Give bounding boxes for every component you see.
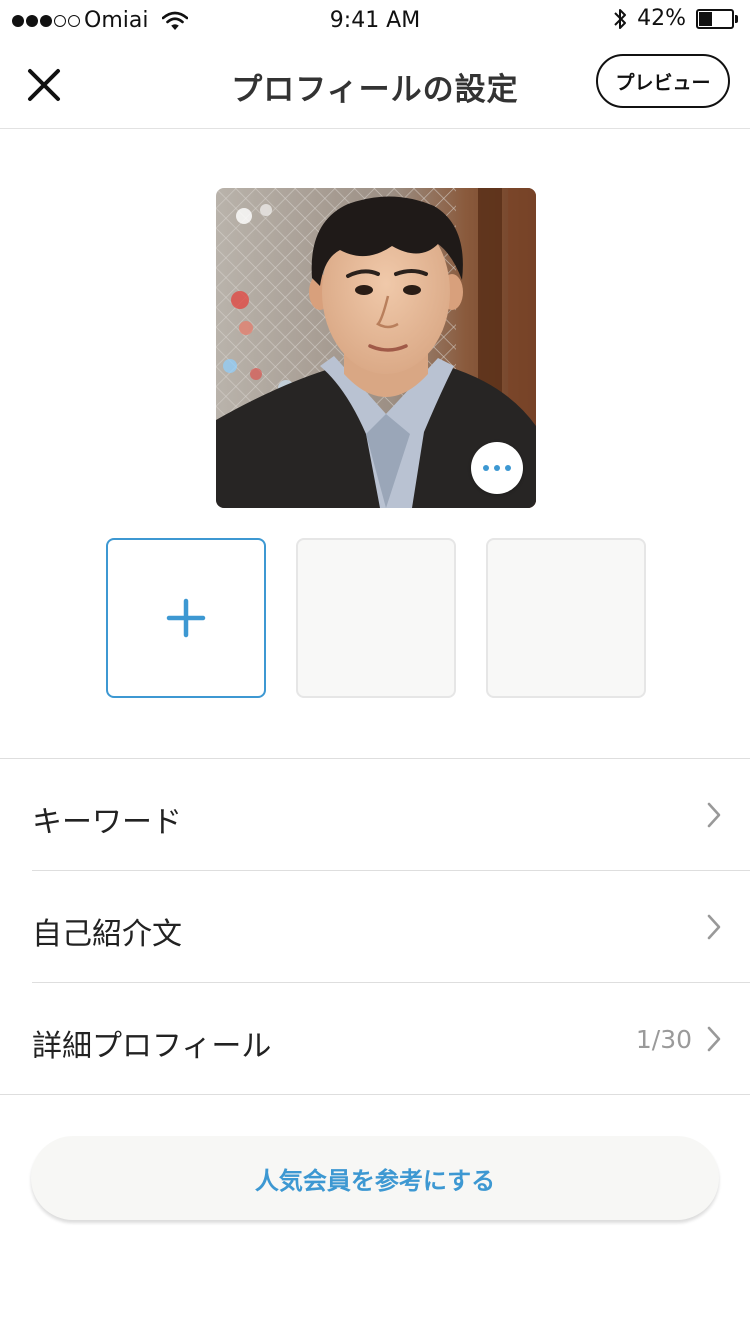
status-bar: Omiai 9:41 AM 42% [0, 0, 750, 40]
photo-options-button[interactable] [471, 442, 523, 494]
chevron-right-icon [707, 1026, 721, 1052]
profile-completion-count: 1/30 [635, 1025, 692, 1054]
menu-item-keyword[interactable]: キーワード [0, 759, 750, 871]
popular-members-reference-button[interactable]: 人気会員を参考にする [31, 1136, 719, 1220]
menu-item-detailed-profile[interactable]: 詳細プロフィール 1/30 [0, 983, 750, 1095]
chevron-right-icon [707, 802, 721, 828]
battery-icon [696, 8, 738, 29]
menu-item-label: 自己紹介文 [32, 917, 182, 952]
preview-button[interactable]: プレビュー [596, 54, 730, 108]
plus-icon [166, 598, 206, 638]
empty-photo-slot[interactable] [296, 538, 456, 698]
battery-percentage: 42% [637, 6, 686, 31]
status-right: 42% [613, 6, 738, 31]
menu-item-self-introduction[interactable]: 自己紹介文 [0, 871, 750, 983]
chevron-right-icon [707, 914, 721, 940]
more-icon [483, 465, 511, 471]
profile-menu-list: キーワード 自己紹介文 詳細プロフィール 1/30 [0, 758, 750, 1095]
menu-item-label: キーワード [32, 805, 182, 840]
menu-item-label: 詳細プロフィール [32, 1029, 272, 1064]
bluetooth-icon [614, 8, 627, 29]
nav-bar: プロフィールの設定 プレビュー [0, 40, 750, 129]
empty-photo-slot[interactable] [486, 538, 646, 698]
add-photo-button[interactable] [106, 538, 266, 698]
